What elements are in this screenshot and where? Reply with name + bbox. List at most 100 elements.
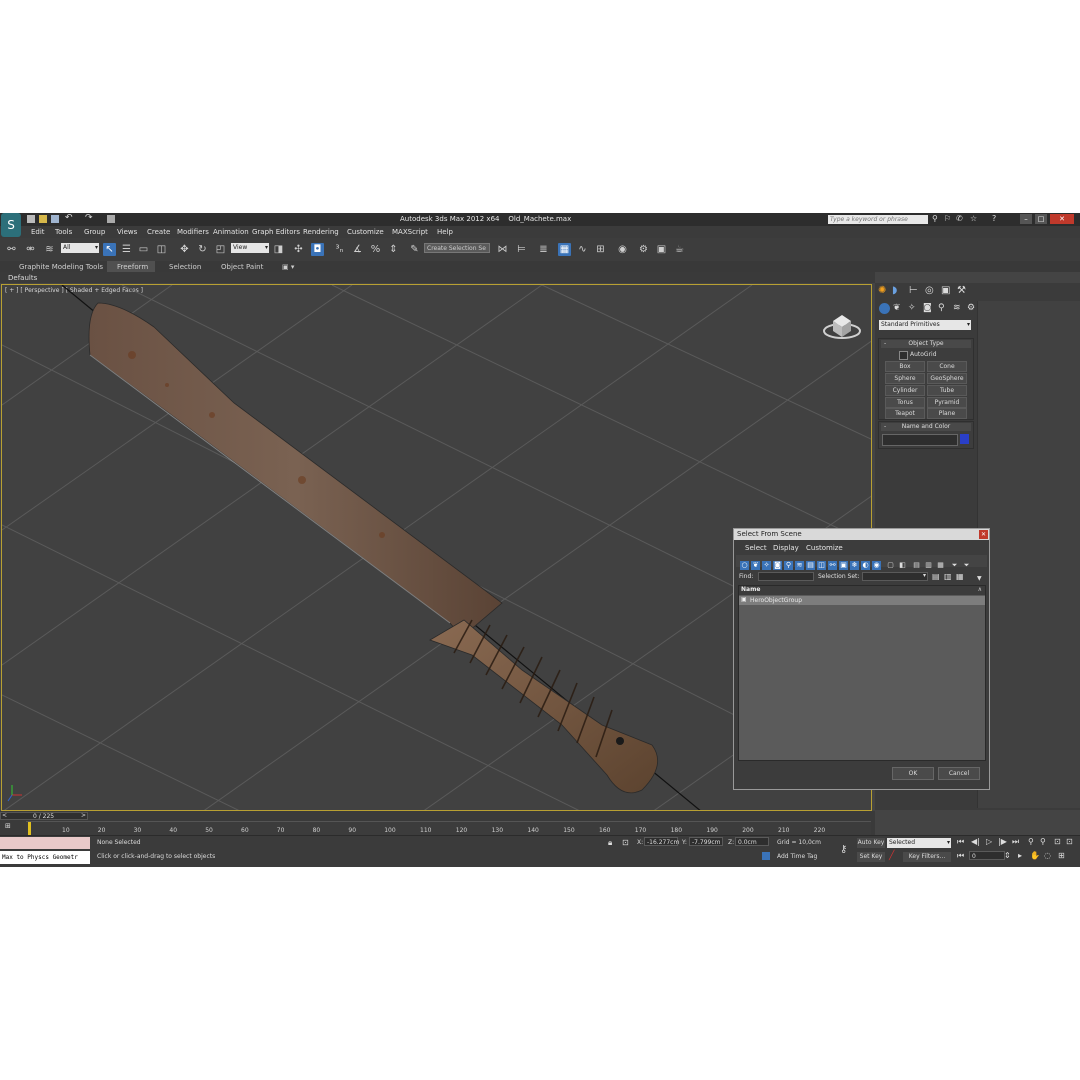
set-key-icon[interactable]: ╱ bbox=[889, 851, 894, 861]
maximize-viewport-icon[interactable]: ⊞ bbox=[1058, 851, 1065, 860]
named-selection-dropdown[interactable]: Create Selection Se bbox=[424, 243, 490, 253]
key-mode-toggle-icon[interactable]: ⏮ bbox=[957, 851, 964, 861]
display-tab-icon[interactable]: ▣ bbox=[941, 285, 950, 296]
unlink-icon[interactable]: ⚮ bbox=[24, 243, 37, 256]
cone-button[interactable]: Cone bbox=[927, 361, 967, 372]
auto-key-button[interactable]: Auto Key bbox=[857, 838, 885, 848]
new-file-icon[interactable] bbox=[27, 215, 35, 223]
key-icon[interactable]: ⚷ bbox=[840, 844, 847, 855]
y-coordinate-field[interactable]: -7.799cm bbox=[689, 837, 723, 846]
helpers-icon[interactable]: ⚲ bbox=[938, 303, 945, 313]
save-file-icon[interactable] bbox=[51, 215, 59, 223]
time-configuration-icon[interactable]: ⇕ bbox=[1004, 851, 1011, 860]
display-cameras-icon[interactable]: ◙ bbox=[773, 561, 782, 570]
display-none-icon[interactable]: ▢ bbox=[886, 561, 895, 570]
filter-options-icon[interactable]: ⏷ bbox=[962, 561, 971, 570]
display-xrefs-icon[interactable]: ◫ bbox=[817, 561, 826, 570]
display-frozen-icon[interactable]: ❄ bbox=[850, 561, 859, 570]
utilities-tab-icon[interactable]: ⚒ bbox=[957, 285, 966, 296]
display-groups-icon[interactable]: ▤ bbox=[806, 561, 815, 570]
align-icon[interactable]: ⊨ bbox=[515, 243, 528, 256]
lock-selection-icon[interactable]: 🔒︎ bbox=[608, 838, 612, 848]
menu-animation[interactable]: Animation bbox=[213, 228, 249, 236]
maxscript-mini-listener[interactable] bbox=[0, 837, 90, 849]
time-slider-prev-icon[interactable]: < bbox=[2, 812, 7, 819]
reference-coord-dropdown[interactable]: View ▾ bbox=[231, 243, 269, 253]
primitive-type-dropdown[interactable]: Standard Primitives ▾ bbox=[879, 320, 971, 330]
object-color-swatch[interactable] bbox=[960, 434, 969, 444]
pan-view-icon[interactable]: ✋ bbox=[1030, 851, 1040, 860]
select-all-icon[interactable]: ▤ bbox=[912, 561, 921, 570]
torus-button[interactable]: Torus bbox=[885, 397, 925, 408]
previous-frame-icon[interactable]: ◀| bbox=[971, 837, 980, 846]
angle-snap-icon[interactable]: ∡ bbox=[351, 243, 364, 256]
object-name-field[interactable] bbox=[882, 434, 958, 446]
menu-edit[interactable]: Edit bbox=[31, 228, 45, 236]
key-filters-button[interactable]: Key Filters... bbox=[903, 852, 951, 862]
ok-button[interactable]: OK bbox=[892, 767, 934, 780]
render-production-icon[interactable]: ☕ bbox=[673, 243, 686, 256]
add-time-tag[interactable]: Add Time Tag bbox=[777, 853, 817, 860]
create-selection-set-icon[interactable]: ▤ bbox=[932, 572, 940, 581]
snaps-toggle-icon[interactable]: ³ₙ bbox=[333, 243, 346, 256]
schematic-view-icon[interactable]: ⊞ bbox=[594, 243, 607, 256]
select-and-move-icon[interactable]: ✥ bbox=[178, 243, 191, 256]
hierarchy-tab-icon[interactable]: ⊢ bbox=[909, 285, 918, 296]
time-slider-next-icon[interactable]: > bbox=[81, 812, 86, 819]
dialog-menu-customize[interactable]: Customize bbox=[806, 544, 843, 552]
redo-icon[interactable]: ↷ bbox=[85, 213, 93, 223]
spinner-snap-icon[interactable]: ⇕ bbox=[387, 243, 400, 256]
mirror-icon[interactable]: ⋈ bbox=[496, 243, 509, 256]
layer-manager-icon[interactable]: ≣ bbox=[537, 243, 550, 256]
display-hidden-icon[interactable]: ◐ bbox=[861, 561, 870, 570]
track-bar[interactable]: 10 20 30 40 50 60 70 80 90 100 110 120 130 140 150 160 1… bbox=[26, 821, 871, 836]
display-all-icon[interactable]: ◉ bbox=[872, 561, 881, 570]
zoom-extents-icon[interactable]: ⊡ bbox=[1054, 837, 1061, 846]
space-warps-icon[interactable]: ≋ bbox=[953, 303, 961, 313]
name-and-color-header[interactable]: - Name and Color bbox=[881, 423, 971, 431]
edit-selection-set-icon[interactable]: ▥ bbox=[944, 572, 952, 581]
render-setup-icon[interactable]: ⚙ bbox=[637, 243, 650, 256]
menu-group[interactable]: Group bbox=[84, 228, 105, 236]
dialog-menu-select[interactable]: Select bbox=[745, 544, 767, 552]
curve-editor-icon[interactable]: ∿ bbox=[576, 243, 589, 256]
rendered-frame-window-icon[interactable]: ▣ bbox=[655, 243, 668, 256]
display-lights-icon[interactable]: ✧ bbox=[762, 561, 771, 570]
project-folder-icon[interactable] bbox=[107, 215, 115, 223]
play-icon[interactable]: ▷ bbox=[986, 837, 992, 846]
subscription-icon[interactable]: ⚐ bbox=[944, 214, 951, 223]
binoculars-icon[interactable]: ⚲ bbox=[932, 214, 938, 223]
zoom-all-icon[interactable]: ⚲ bbox=[1040, 837, 1046, 846]
cameras-icon[interactable]: ◙ bbox=[923, 303, 932, 313]
display-shapes-icon[interactable]: ❦ bbox=[751, 561, 760, 570]
tab-graphite-modeling-tools[interactable]: Graphite Modeling Tools bbox=[19, 263, 103, 271]
menu-views[interactable]: Views bbox=[117, 228, 137, 236]
search-input[interactable]: Type a keyword or phrase bbox=[828, 215, 928, 224]
menu-tools[interactable]: Tools bbox=[55, 228, 72, 236]
tab-freeform[interactable]: Freeform bbox=[117, 263, 148, 271]
dialog-close-icon[interactable]: ✕ bbox=[979, 530, 988, 539]
menu-create[interactable]: Create bbox=[147, 228, 170, 236]
object-type-header[interactable]: - Object Type bbox=[881, 340, 971, 348]
list-item[interactable]: ▣ HeroObjectGroup bbox=[739, 596, 985, 605]
menu-customize[interactable]: Customize bbox=[347, 228, 384, 236]
invert-display-icon[interactable]: ◧ bbox=[898, 561, 907, 570]
tab-object-paint[interactable]: Object Paint bbox=[221, 263, 263, 271]
lights-icon[interactable]: ✧ bbox=[908, 303, 916, 313]
rectangular-selection-icon[interactable]: ▭ bbox=[137, 243, 150, 256]
minimize-icon[interactable]: – bbox=[1020, 214, 1032, 224]
z-coordinate-field[interactable]: 0.0cm bbox=[735, 837, 769, 846]
geometry-icon[interactable] bbox=[879, 303, 890, 314]
modify-tab-icon[interactable]: ◗ bbox=[892, 285, 897, 296]
track-bar-icon[interactable]: ⊞ bbox=[5, 822, 11, 830]
teapot-button[interactable]: Teapot bbox=[885, 408, 925, 419]
box-button[interactable]: Box bbox=[885, 361, 925, 372]
zoom-extents-all-icon[interactable]: ⊡ bbox=[1066, 837, 1073, 846]
graphite-modeling-tools-icon[interactable]: ▦ bbox=[558, 243, 571, 256]
next-frame-icon[interactable]: |▶ bbox=[998, 837, 1007, 846]
edit-named-selection-icon[interactable]: ✎ bbox=[408, 243, 421, 256]
go-to-end-icon[interactable]: ⏭ bbox=[1012, 837, 1019, 847]
dialog-menu-display[interactable]: Display bbox=[773, 544, 799, 552]
systems-icon[interactable]: ⚙ bbox=[967, 303, 975, 313]
help-icon[interactable]: ? bbox=[992, 214, 996, 223]
